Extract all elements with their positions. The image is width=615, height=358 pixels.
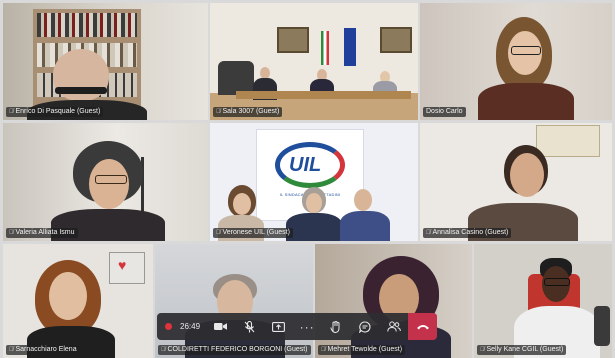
hang-up-icon — [416, 325, 429, 330]
uil-logo-text: UIL — [289, 154, 322, 176]
video-tile[interactable]: ♥ 🎙̸ Sarnacchiaro Elena — [3, 244, 153, 358]
chat-button[interactable] — [350, 313, 379, 340]
italy-flag — [321, 31, 329, 65]
recording-timer: 26:49 — [157, 313, 206, 340]
camera-button[interactable] — [206, 313, 235, 340]
heart-picture — [109, 252, 145, 284]
video-grid: 🎙̸ Enrico Di Pasquale (Guest) 🎙̸ Sala 3007… — [0, 0, 615, 358]
video-tile[interactable]: 🎙̸ Selly Kane CGIL (Guest) — [474, 244, 612, 358]
participant-name: 🎙̸ Selly Kane CGIL (Guest) — [477, 345, 567, 355]
video-tile[interactable]: Dosio Carlo — [420, 3, 612, 120]
video-tile[interactable]: 🎙̸ Sala 3007 (Guest) — [210, 3, 418, 120]
participant-name: 🎙̸ Annalisa Casino (Guest) — [423, 228, 512, 238]
participant-name: 🎙̸ Sarnacchiaro Elena — [6, 345, 80, 355]
participants-button[interactable] — [379, 313, 408, 340]
participant-name: 🎙̸ Valeria Alliata Ismu — [6, 228, 78, 238]
mute-button[interactable] — [235, 313, 264, 340]
participant-name: 🎙̸ Sala 3007 (Guest) — [213, 107, 283, 117]
picture-frame — [277, 27, 309, 53]
participant-name: Dosio Carlo — [423, 107, 466, 117]
raise-hand-icon — [330, 320, 340, 333]
picture-frame — [380, 27, 412, 53]
heart-icon: ♥ — [118, 257, 127, 273]
recording-icon — [165, 323, 172, 330]
wall-picture — [536, 125, 600, 157]
mic-off-icon — [244, 320, 255, 332]
video-tile[interactable]: UIL IL SINDACATO DEI CITTADINI 🎙̸Verones… — [210, 123, 418, 241]
chat-icon — [358, 320, 371, 333]
uil-logo: UIL — [275, 142, 345, 188]
mic-off-icon: 🎙̸ — [480, 347, 485, 353]
share-screen-button[interactable] — [264, 313, 293, 340]
meeting-timer: 26:49 — [180, 322, 201, 331]
participants-icon — [387, 321, 401, 332]
participant-name: 🎙̸ Veronese UIL (Guest) — [213, 228, 293, 238]
participant-name: 🎙̸ COLDIRETTI FEDERICO BORGONI (Guest) — [158, 345, 311, 355]
mic-off-icon: 🎙̸ — [216, 109, 221, 115]
more-options-button[interactable]: ··· — [293, 313, 322, 340]
mic-off-icon: 🎙̸ — [321, 347, 326, 353]
hang-up-button[interactable] — [408, 313, 438, 340]
mic-off-icon: 🎙̸ — [426, 230, 431, 236]
mic-off-icon: 🎙̸ — [9, 230, 14, 236]
mic-off-icon: 🎙̸ — [9, 109, 14, 115]
participant-name: 🎙̸ Mehret Tewolde (Guest) — [318, 345, 406, 355]
more-icon: ··· — [299, 319, 315, 334]
camera-icon — [213, 323, 227, 330]
meeting-control-bar: 26:49 ··· — [157, 313, 438, 340]
video-tile[interactable]: 🎙̸ Annalisa Casino (Guest) — [420, 123, 612, 241]
eu-flag — [344, 28, 356, 66]
video-tile[interactable]: 🎙̸ COLDIRETTI FEDERICO BORGONI (Guest) — [155, 244, 313, 358]
mic-off-icon: 🎙̸ — [161, 347, 166, 353]
mic-off-icon: 🎙̸ — [216, 230, 221, 236]
share-screen-icon — [271, 321, 285, 332]
participant-name: 🎙̸ Enrico Di Pasquale (Guest) — [6, 107, 104, 117]
raise-hand-button[interactable] — [322, 313, 351, 340]
video-tile[interactable]: 🎙̸ Enrico Di Pasquale (Guest) — [3, 3, 208, 120]
video-tile[interactable]: 🎙̸ Mehret Tewolde (Guest) — [315, 244, 472, 358]
video-tile[interactable]: 🎙̸ Valeria Alliata Ismu — [3, 123, 208, 241]
mic-off-icon: 🎙̸ — [9, 347, 14, 353]
